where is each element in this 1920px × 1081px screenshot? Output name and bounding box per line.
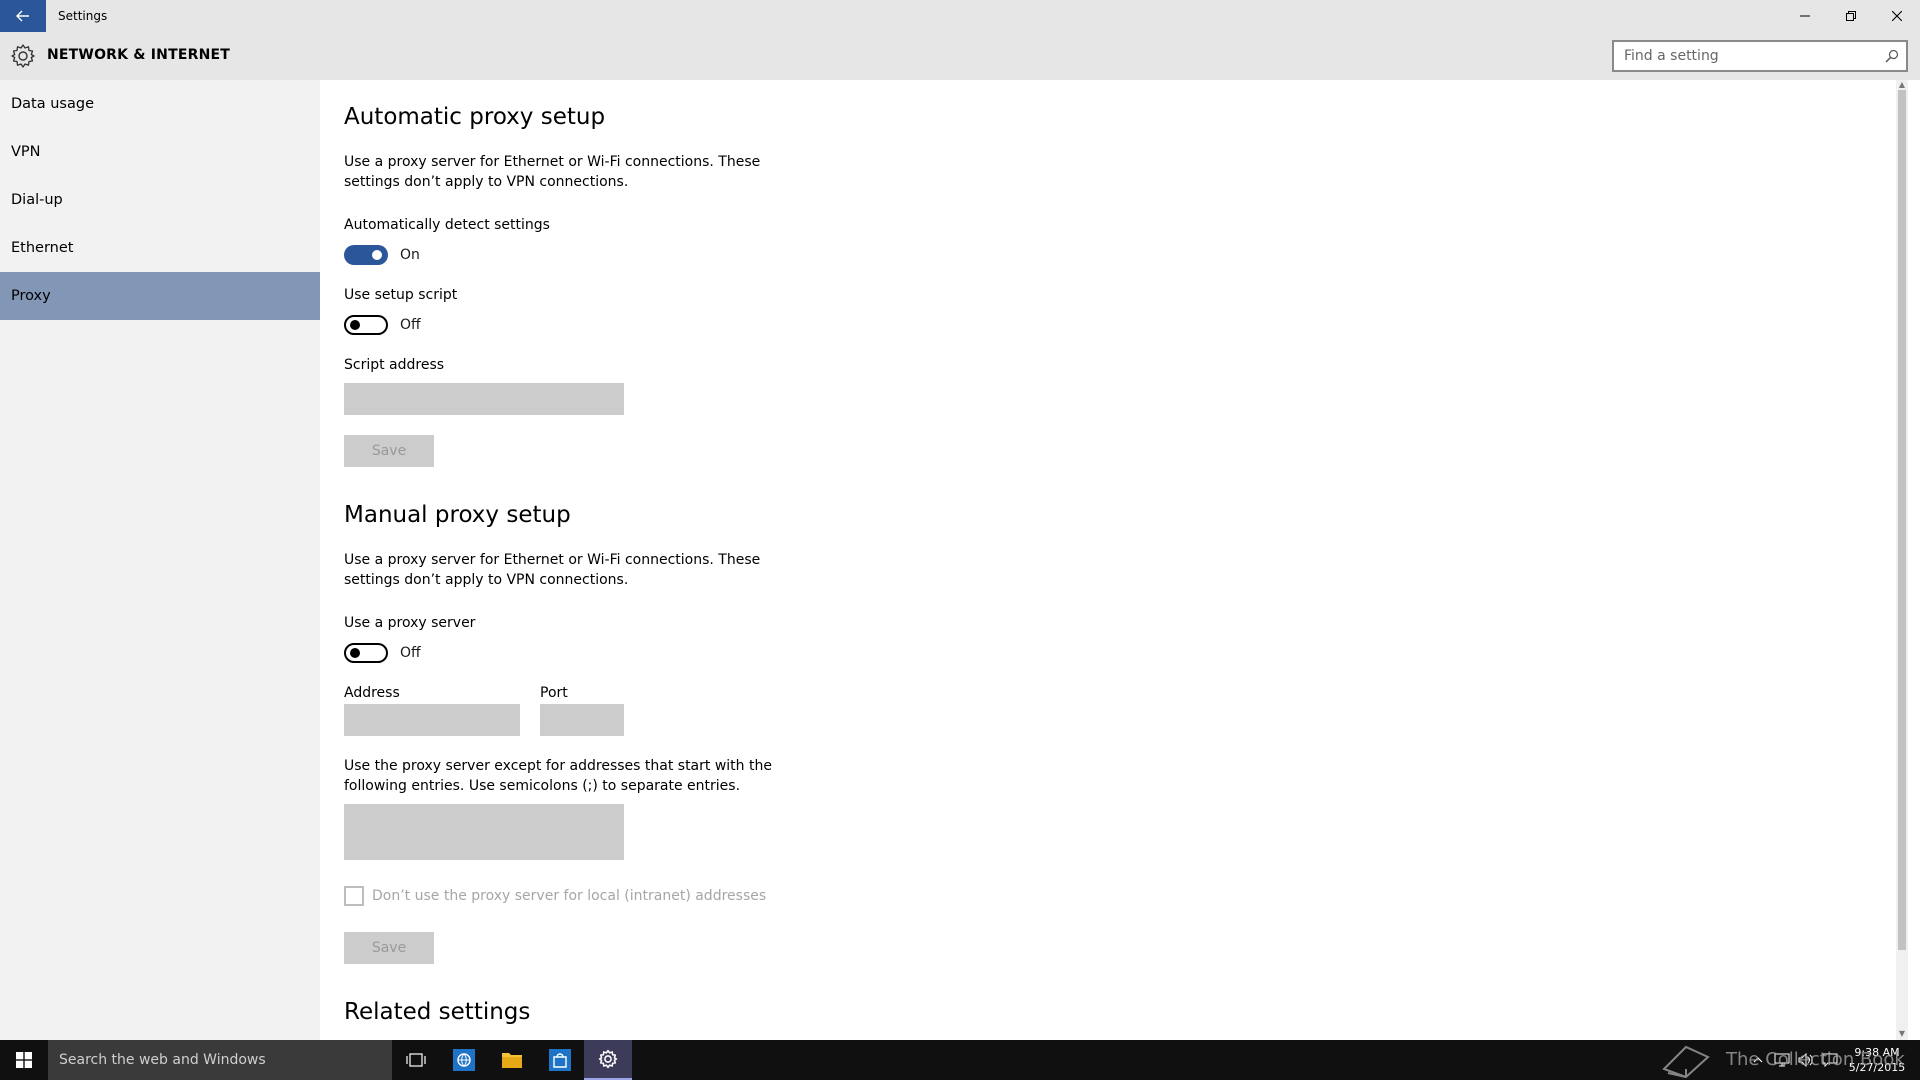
minimize-button[interactable] xyxy=(1782,0,1828,32)
setup-script-toggle[interactable] xyxy=(344,315,388,335)
setup-script-toggle-row: Off xyxy=(344,315,421,335)
script-address-input[interactable] xyxy=(344,383,624,415)
minimize-icon xyxy=(1800,15,1810,17)
toggle-knob xyxy=(350,648,360,658)
settings-header: NETWORK & INTERNET xyxy=(0,32,1920,80)
port-input[interactable] xyxy=(540,704,624,736)
close-icon xyxy=(1892,11,1902,21)
sidebar-item-label: Data usage xyxy=(11,96,94,112)
restore-icon xyxy=(1846,11,1856,21)
taskbar-store[interactable] xyxy=(536,1040,584,1080)
sidebar-item-ethernet[interactable]: Ethernet xyxy=(0,224,320,272)
gear-icon xyxy=(11,44,35,68)
book-logo-icon xyxy=(1662,1045,1710,1079)
scrollbar[interactable]: ▲ ▼ xyxy=(1896,80,1908,1040)
sidebar-item-label: Proxy xyxy=(11,288,51,304)
browser-icon xyxy=(453,1049,475,1071)
sidebar-item-proxy[interactable]: Proxy xyxy=(0,272,320,320)
taskbar-browser[interactable] xyxy=(440,1040,488,1080)
close-button[interactable] xyxy=(1874,0,1920,32)
use-proxy-state: Off xyxy=(400,645,421,661)
taskbar: Search the web and Windows 9:38 AM 5/27/… xyxy=(0,1040,1920,1080)
start-button[interactable] xyxy=(0,1040,48,1080)
taskbar-settings[interactable] xyxy=(584,1040,632,1080)
toggle-knob xyxy=(350,320,360,330)
sidebar-item-label: Ethernet xyxy=(11,240,74,256)
manual-proxy-description: Use a proxy server for Ethernet or Wi-Fi… xyxy=(344,552,761,588)
setup-script-label: Use setup script xyxy=(344,287,458,303)
automatic-proxy-description: Use a proxy server for Ethernet or Wi-Fi… xyxy=(344,154,761,190)
search-box[interactable] xyxy=(1612,40,1908,72)
address-input[interactable] xyxy=(344,704,520,736)
exceptions-label: Use the proxy server except for addresse… xyxy=(344,758,772,794)
local-addresses-row: Don’t use the proxy server for local (in… xyxy=(344,886,766,906)
task-view-button[interactable] xyxy=(392,1040,440,1080)
title-bar: Settings xyxy=(0,0,1920,32)
use-proxy-toggle-row: Off xyxy=(344,643,421,663)
search-input[interactable] xyxy=(1614,48,1878,64)
use-proxy-toggle[interactable] xyxy=(344,643,388,663)
auto-detect-state: On xyxy=(400,247,420,263)
toggle-knob xyxy=(372,250,382,260)
local-addresses-checkbox[interactable] xyxy=(344,886,364,906)
auto-detect-label: Automatically detect settings xyxy=(344,217,550,233)
sidebar-item-label: Dial-up xyxy=(11,192,63,208)
use-proxy-label: Use a proxy server xyxy=(344,615,476,631)
watermark: The Collection Book xyxy=(1660,1037,1905,1081)
local-addresses-label: Don’t use the proxy server for local (in… xyxy=(372,888,767,904)
restore-button[interactable] xyxy=(1828,0,1874,32)
window-title: Settings xyxy=(58,9,108,23)
show-desktop-button[interactable] xyxy=(1912,1040,1920,1080)
search-button[interactable] xyxy=(1878,42,1906,70)
main-content: Automatic proxy setup Use a proxy server… xyxy=(320,80,1908,1040)
auto-detect-toggle[interactable] xyxy=(344,245,388,265)
exceptions-input[interactable] xyxy=(344,804,624,860)
automatic-proxy-heading: Automatic proxy setup xyxy=(344,104,606,130)
search-icon xyxy=(1885,49,1899,63)
taskbar-file-explorer[interactable] xyxy=(488,1040,536,1080)
sidebar-item-vpn[interactable]: VPN xyxy=(0,128,320,176)
sidebar-item-data-usage[interactable]: Data usage xyxy=(0,80,320,128)
windows-logo-icon xyxy=(16,1052,32,1068)
sidebar-item-label: VPN xyxy=(11,144,41,160)
setup-script-state: Off xyxy=(400,317,421,333)
back-arrow-icon xyxy=(16,10,29,22)
back-button[interactable] xyxy=(0,0,46,32)
settings-gear-icon xyxy=(598,1049,618,1069)
auto-save-button[interactable]: Save xyxy=(344,435,434,467)
manual-proxy-heading: Manual proxy setup xyxy=(344,502,571,528)
auto-detect-toggle-row: On xyxy=(344,245,420,265)
scroll-up-icon[interactable]: ▲ xyxy=(1897,81,1907,89)
script-address-label: Script address xyxy=(344,357,445,373)
port-label: Port xyxy=(540,685,568,701)
watermark-text: The Collection Book xyxy=(1726,1048,1905,1070)
page-title: NETWORK & INTERNET xyxy=(47,47,231,63)
sidebar-item-dial-up[interactable]: Dial-up xyxy=(0,176,320,224)
address-label: Address xyxy=(344,685,400,701)
folder-icon xyxy=(502,1053,522,1068)
taskbar-search[interactable]: Search the web and Windows xyxy=(48,1040,392,1080)
store-icon xyxy=(549,1049,571,1071)
window-controls xyxy=(1782,0,1920,32)
manual-save-button[interactable]: Save xyxy=(344,932,434,964)
related-settings-heading: Related settings xyxy=(344,999,531,1025)
sidebar: Data usage VPN Dial-up Ethernet Proxy xyxy=(0,80,320,1040)
task-view-icon xyxy=(406,1053,426,1067)
scrollbar-thumb[interactable] xyxy=(1898,90,1906,950)
